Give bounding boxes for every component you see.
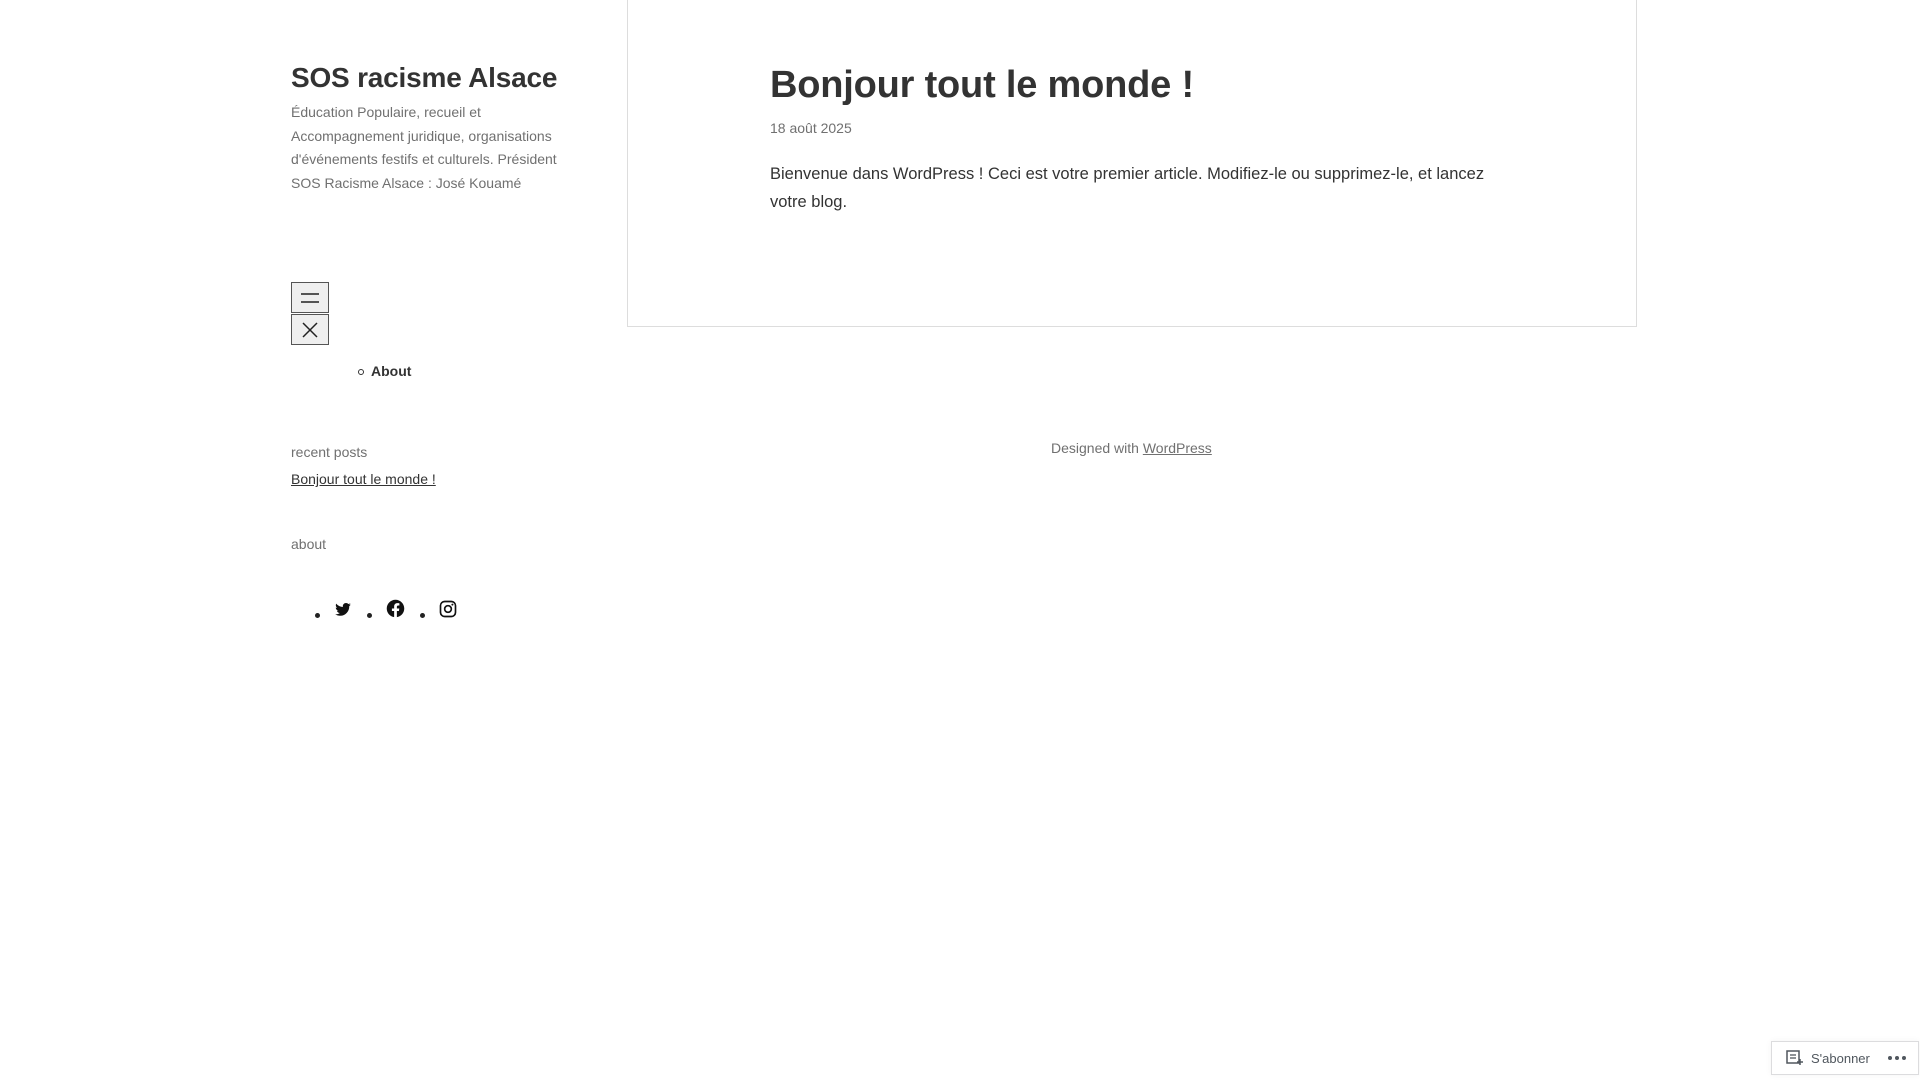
post-body: Bienvenue dans WordPress ! Ceci est votr… [770,165,1485,211]
social-item-facebook[interactable] [367,598,406,619]
menu-close-button[interactable] [291,314,329,345]
site-footer: Designed with WordPress [1051,440,1212,456]
post-title[interactable]: Bonjour tout le monde ! [770,64,1194,107]
close-icon [302,321,318,338]
reader-icon [1786,1050,1804,1066]
navigation-menu: About [357,363,411,379]
social-links [315,598,472,619]
recent-posts-title: recent posts [291,444,368,460]
footer-wordpress-link[interactable]: WordPress [1143,440,1212,456]
twitter-icon[interactable] [333,600,353,618]
site-title[interactable]: SOS racisme Alsace [291,62,557,94]
list-bullet [367,613,372,618]
footer-prefix: Designed with [1051,440,1143,456]
list-bullet [420,613,425,618]
post-date[interactable]: 18 août 2025 [770,120,852,136]
facebook-icon[interactable] [385,598,406,619]
instagram-icon[interactable] [438,599,458,619]
more-options-icon[interactable] [1888,1056,1906,1060]
social-item-instagram[interactable] [420,599,458,619]
menu-open-button[interactable] [291,282,329,313]
hamburger-icon [301,292,319,303]
subscribe-bar[interactable]: S'abonner [1771,1041,1919,1075]
nav-item-about[interactable]: About [357,363,411,379]
recent-post-link[interactable]: Bonjour tout le monde ! [291,471,436,487]
about-widget-title: about [291,536,327,552]
list-bullet [315,613,320,618]
social-item-twitter[interactable] [315,599,353,618]
subscribe-button[interactable]: S'abonner [1811,1051,1870,1066]
site-description: Éducation Populaire, recueil et Accompag… [291,104,557,191]
